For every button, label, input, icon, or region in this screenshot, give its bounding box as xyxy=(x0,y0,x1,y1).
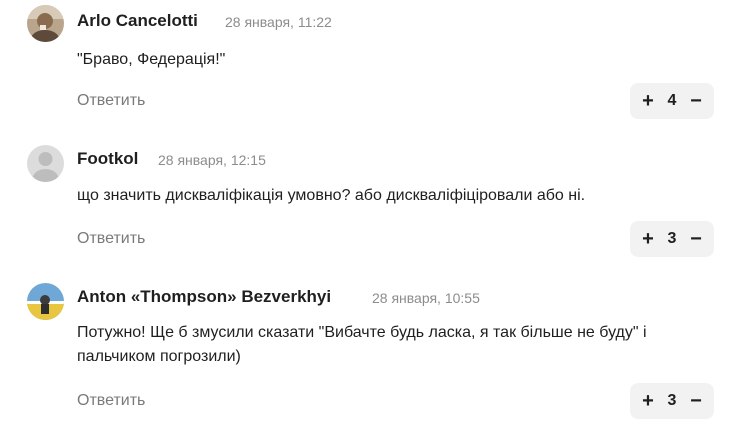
vote-control: + 4 − xyxy=(630,83,714,119)
avatar[interactable] xyxy=(27,5,64,42)
upvote-button[interactable]: + xyxy=(640,383,656,419)
reply-button[interactable]: Ответить xyxy=(77,92,145,110)
reply-button[interactable]: Ответить xyxy=(77,230,145,248)
comment-timestamp: 28 января, 10:55 xyxy=(372,290,480,306)
comment-timestamp: 28 января, 11:22 xyxy=(225,14,332,30)
comment-text: "Браво, Федерація!" xyxy=(77,51,226,68)
vote-count: 3 xyxy=(667,230,677,247)
downvote-button[interactable]: − xyxy=(688,83,704,119)
downvote-button[interactable]: − xyxy=(688,221,704,257)
user-photo-avatar-icon xyxy=(27,283,64,320)
default-user-avatar-icon xyxy=(27,145,64,182)
vote-count: 3 xyxy=(667,392,677,409)
comment-text: що значить дискваліфікація умовно? або д… xyxy=(77,187,586,204)
downvote-button[interactable]: − xyxy=(688,383,704,419)
comment-author[interactable]: Footkol xyxy=(77,149,138,169)
upvote-button[interactable]: + xyxy=(640,221,656,257)
vote-control: + 3 − xyxy=(630,221,714,257)
comment-author[interactable]: Anton «Thompson» Bezverkhyi xyxy=(77,287,331,307)
vote-count: 4 xyxy=(667,92,677,109)
comment-author[interactable]: Arlo Cancelotti xyxy=(77,11,198,31)
comment-timestamp: 28 января, 12:15 xyxy=(158,152,266,168)
user-photo-avatar-icon xyxy=(27,5,64,42)
avatar[interactable] xyxy=(27,145,64,182)
vote-control: + 3 − xyxy=(630,383,714,419)
avatar[interactable] xyxy=(27,283,64,320)
comment-text: Потужно! Ще б змусили сказати "Вибачте б… xyxy=(77,324,647,365)
upvote-button[interactable]: + xyxy=(640,83,656,119)
reply-button[interactable]: Ответить xyxy=(77,392,145,410)
